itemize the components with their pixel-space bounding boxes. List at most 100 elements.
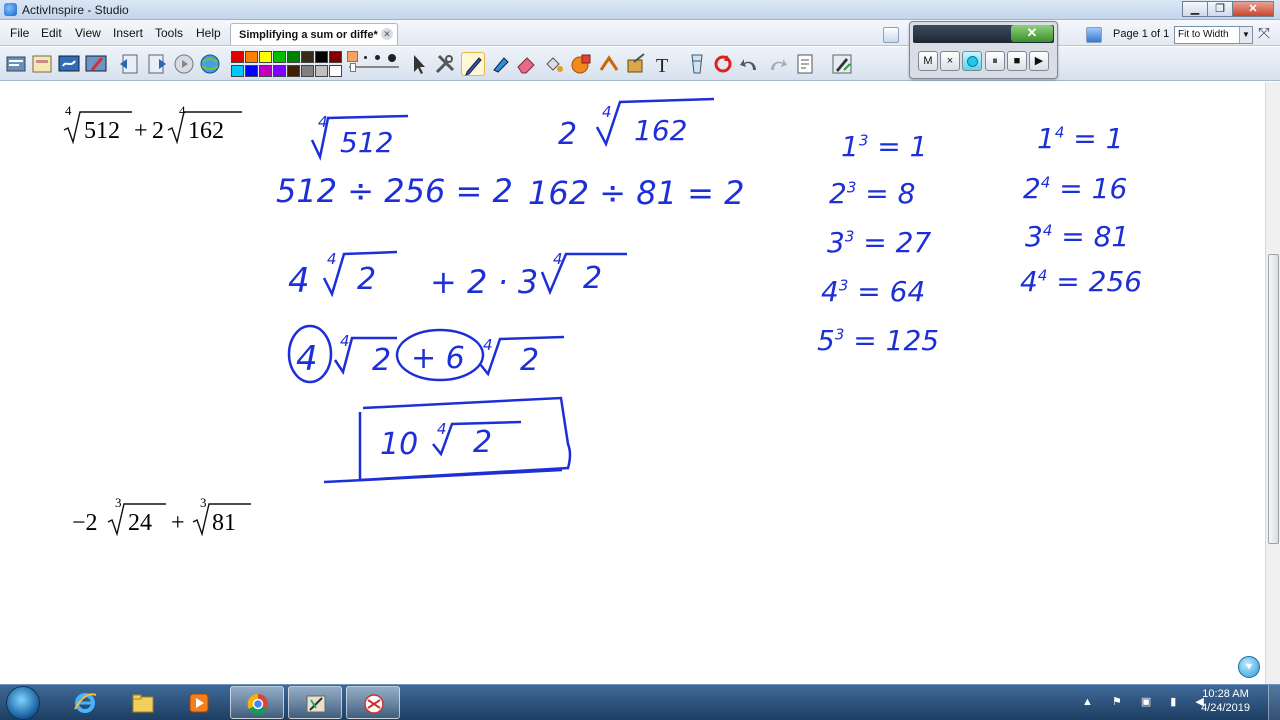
redo-icon[interactable] <box>765 52 789 76</box>
clock-time: 10:28 AM <box>1202 688 1249 700</box>
browser-icon[interactable] <box>30 52 54 76</box>
magic-ink-icon[interactable] <box>624 52 648 76</box>
cube-row: 23 = 8 <box>829 177 916 210</box>
recorder-mic-button[interactable]: M <box>918 51 938 71</box>
document-tab-label: Simplifying a sum or diffe* <box>239 29 378 41</box>
menu-file[interactable]: File <box>10 26 29 40</box>
swatch-yellow[interactable] <box>259 51 272 63</box>
svg-text:4: 4 <box>327 250 337 268</box>
taskbar: ▲ ⚑ ▣ ▮ ◀ 10:28 AM 4/24/2019 <box>0 684 1280 720</box>
title-bar: ActivInspire - Studio ▁ ❐ ✕ <box>0 0 1280 20</box>
menu-help[interactable]: Help <box>196 26 221 40</box>
hw-division-512: 512 ÷ 256 = 2 <box>276 172 513 210</box>
menu-insert[interactable]: Insert <box>113 26 143 40</box>
recorder-record-button[interactable] <box>962 51 982 71</box>
tools-icon[interactable] <box>433 52 457 76</box>
highlighter-icon[interactable] <box>488 52 512 76</box>
menu-tools[interactable]: Tools <box>155 26 183 40</box>
recorder-pause-button[interactable]: ⏸ <box>985 51 1005 71</box>
select-icon[interactable] <box>407 52 431 76</box>
svg-text:+ 6: + 6 <box>411 341 465 376</box>
maximize-button[interactable]: ❐ <box>1207 1 1233 17</box>
clock[interactable]: 10:28 AM 4/24/2019 <box>1201 688 1250 714</box>
swatch-red[interactable] <box>231 51 244 63</box>
hw-step-4: 4 4 2 + 6 4 2 <box>287 324 565 384</box>
start-button[interactable] <box>6 686 40 720</box>
page-notes-icon[interactable] <box>793 52 817 76</box>
reset-icon[interactable] <box>711 52 735 76</box>
menu-view[interactable]: View <box>75 26 101 40</box>
shape-icon[interactable] <box>569 52 593 76</box>
undo-icon[interactable] <box>738 52 762 76</box>
menu-edit[interactable]: Edit <box>41 26 62 40</box>
minimize-button[interactable]: ▁ <box>1182 1 1208 17</box>
svg-text:4: 4 <box>602 103 612 121</box>
taskbar-windows-explorer[interactable] <box>116 686 170 719</box>
zoom-select[interactable]: Fit to Width ▼ <box>1174 26 1253 44</box>
recorder-play-button[interactable]: ▶ <box>1029 51 1049 71</box>
connector-icon[interactable] <box>597 52 621 76</box>
swatch-dark-brown[interactable] <box>287 65 300 77</box>
swatch-magenta[interactable] <box>259 65 272 77</box>
recorder-stop-button[interactable]: ■ <box>1007 51 1027 71</box>
vertical-scrollbar[interactable] <box>1265 82 1280 684</box>
fill-icon[interactable] <box>541 52 565 76</box>
recorder-cancel-button[interactable]: × <box>940 51 960 71</box>
collapse-toolbox-icon[interactable]: ⯆ <box>1238 656 1260 678</box>
svg-text:T: T <box>656 55 668 76</box>
swatch-blue[interactable] <box>245 65 258 77</box>
system-tray-icons[interactable]: ▲ ⚑ ▣ ▮ ◀ <box>1082 695 1212 708</box>
swatch-green[interactable] <box>273 51 286 63</box>
taskbar-snipping-tool[interactable] <box>346 686 400 719</box>
swatch-cyan[interactable] <box>231 65 244 77</box>
desktop-tools-icon[interactable] <box>84 52 108 76</box>
recorder-close-button[interactable]: ✕ <box>1011 25 1053 42</box>
main-toolbar: T <box>0 47 1280 81</box>
swatch-brown[interactable] <box>301 51 314 63</box>
svg-text:+ 2 · 3: + 2 · 3 <box>430 263 538 301</box>
swatch-gray[interactable] <box>301 65 314 77</box>
svg-text:162: 162 <box>634 114 687 147</box>
taskbar-internet-explorer[interactable] <box>58 686 112 719</box>
svg-text:4: 4 <box>483 336 493 354</box>
pen-width-selector[interactable] <box>347 51 403 77</box>
swatch-orange[interactable] <box>245 51 258 63</box>
pen-icon[interactable] <box>461 52 485 76</box>
globe-icon[interactable] <box>198 52 222 76</box>
taskbar-google-chrome[interactable] <box>230 686 284 719</box>
eraser-icon[interactable] <box>514 52 538 76</box>
swatch-white[interactable] <box>329 65 342 77</box>
text-icon[interactable]: T <box>651 52 675 76</box>
scrollbar-thumb[interactable] <box>1268 254 1279 544</box>
main-menu-icon[interactable] <box>4 52 28 76</box>
close-window-button[interactable]: ✕ <box>1232 1 1274 17</box>
swatch-dark-green[interactable] <box>287 51 300 63</box>
page-browser-icon[interactable] <box>883 27 899 43</box>
document-tab[interactable]: Simplifying a sum or diffe* ✕ <box>230 23 398 45</box>
fullscreen-icon[interactable]: ⤧ <box>1258 25 1270 42</box>
taskbar-media-player[interactable] <box>172 686 226 719</box>
clear-icon[interactable] <box>685 52 709 76</box>
next-page-icon[interactable] <box>145 52 169 76</box>
swatch-black[interactable] <box>315 51 328 63</box>
chevron-down-icon: ▼ <box>1239 27 1252 43</box>
recorder-panel: ✕ M × ⏸ ■ ▶ <box>909 21 1058 79</box>
play-icon[interactable] <box>172 52 196 76</box>
svg-text:2: 2 <box>583 261 602 296</box>
flipchart-canvas[interactable]: 4 512 + 2 4 162 −2 3 24 + 3 81 4 512 2 4… <box>0 82 1265 684</box>
previous-page-icon[interactable] <box>117 52 141 76</box>
swatch-maroon[interactable] <box>329 51 342 63</box>
fourth-power-row: 44 = 256 <box>1020 265 1143 298</box>
swatch-purple[interactable] <box>273 65 286 77</box>
close-tab-icon[interactable]: ✕ <box>381 28 393 40</box>
show-desktop-button[interactable] <box>1268 685 1280 720</box>
chrome-icon <box>247 693 268 715</box>
swatch-silver[interactable] <box>315 65 328 77</box>
hw-step-3: 4 4 2 + 2 · 3 4 2 <box>288 250 627 301</box>
taskbar-activinspire[interactable] <box>288 686 342 719</box>
desktop-annotate-icon[interactable] <box>57 52 81 76</box>
customize-toolbox-icon[interactable] <box>830 52 854 76</box>
dual-user-icon[interactable] <box>1086 27 1102 43</box>
scissors-icon <box>364 694 384 714</box>
fourth-power-row: 14 = 1 <box>1037 122 1124 155</box>
